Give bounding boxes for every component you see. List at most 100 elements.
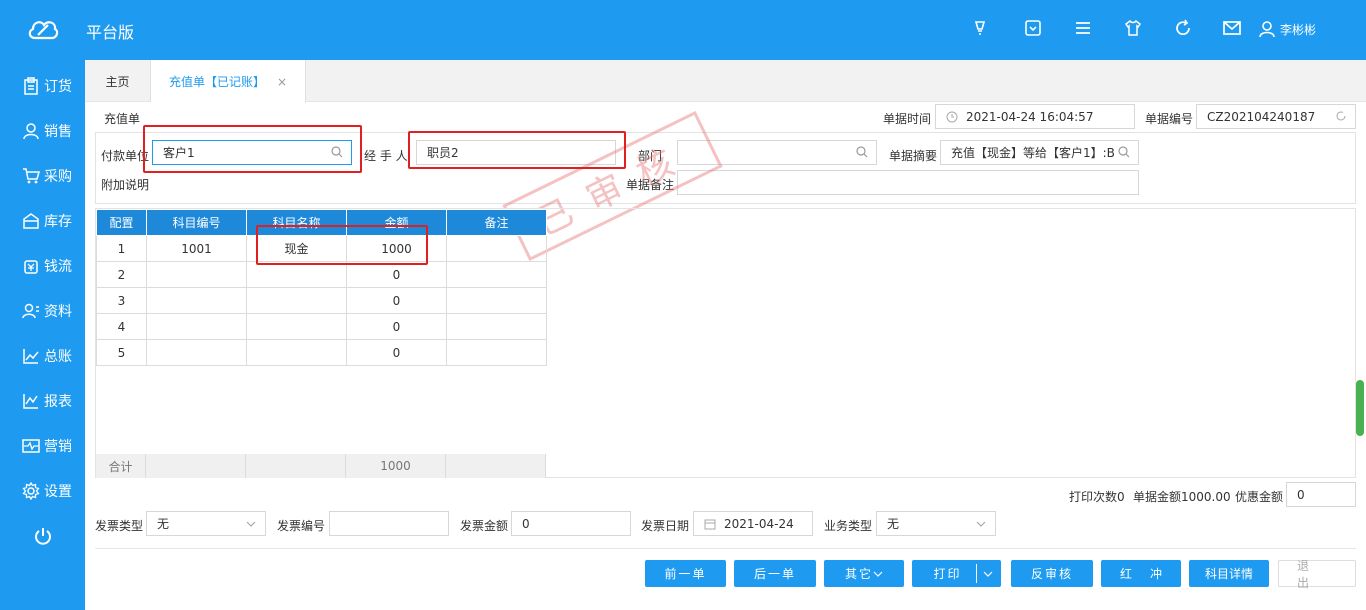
lightbulb-icon[interactable] <box>969 17 991 39</box>
table-row[interactable]: 2 0 <box>96 261 547 288</box>
cell-amount[interactable]: 0 <box>346 261 447 288</box>
sidebar-item-sales[interactable]: 销售 <box>0 108 85 153</box>
other-button[interactable]: 其它 <box>824 560 904 587</box>
cell-account-code[interactable] <box>146 313 247 340</box>
discount-field[interactable]: 0 <box>1286 482 1356 507</box>
tab-recharge-order[interactable]: 充值单【已记账】 × <box>151 60 306 103</box>
sidebar-item-label: 总账 <box>44 348 72 365</box>
payer-label: 付款单位 <box>101 149 150 163</box>
red-reverse-button[interactable]: 红冲 <box>1101 560 1181 587</box>
warehouse-icon <box>23 212 39 229</box>
biz-type-value: 无 <box>887 517 900 531</box>
divider <box>95 548 1356 549</box>
number-field[interactable]: CZ202104240187 <box>1196 104 1356 129</box>
sidebar-item-label: 采购 <box>44 168 72 185</box>
top-bar: 平台版 李彬彬 <box>0 0 1366 60</box>
invoice-amount-field[interactable]: 0 <box>511 511 631 536</box>
contacts-icon <box>22 303 39 318</box>
sidebar-item-label: 订货 <box>44 78 72 95</box>
cell-remark[interactable] <box>446 235 547 262</box>
highlight-handler <box>408 131 626 169</box>
cell-index: 2 <box>96 261 147 288</box>
print-label: 打印 <box>933 567 962 581</box>
cell-remark[interactable] <box>446 339 547 366</box>
cell-remark[interactable] <box>446 313 547 340</box>
handler-label: 经 手 人 <box>364 149 408 163</box>
cell-remark[interactable] <box>446 287 547 314</box>
remark-field[interactable] <box>677 170 1139 195</box>
report-icon <box>23 393 38 409</box>
cell-account-code[interactable] <box>146 261 247 288</box>
summary-label: 单据摘要 <box>889 149 938 163</box>
sidebar-item-label: 钱流 <box>44 258 72 275</box>
sidebar-item-reports[interactable]: 报表 <box>0 378 85 423</box>
sidebar-item-data[interactable]: 资料 <box>0 288 85 333</box>
time-field[interactable]: 2021-04-24 16:04:57 <box>935 104 1135 129</box>
print-button[interactable]: 打印 <box>912 560 1001 587</box>
user-name: 李彬彬 <box>1280 22 1317 37</box>
cell-account-code[interactable]: 1001 <box>146 235 247 262</box>
inbox-icon[interactable] <box>1022 17 1044 39</box>
app-title: 平台版 <box>86 23 135 42</box>
col-config: 配置 <box>96 209 147 236</box>
user-menu[interactable]: 李彬彬 <box>1258 20 1316 38</box>
prev-button[interactable]: 前一单 <box>645 560 726 587</box>
sidebar-item-inventory[interactable]: 库存 <box>0 198 85 243</box>
search-icon[interactable] <box>856 146 868 158</box>
scrollbar-thumb[interactable] <box>1356 380 1364 436</box>
chevron-down-icon <box>976 521 986 527</box>
sidebar-item-ledger[interactable]: 总账 <box>0 333 85 378</box>
sidebar-item-purchase[interactable]: 采购 <box>0 153 85 198</box>
shirt-icon[interactable] <box>1122 17 1144 39</box>
cell-account-code[interactable] <box>146 287 247 314</box>
mail-icon[interactable] <box>1221 17 1243 39</box>
cell-account-name[interactable] <box>246 261 347 288</box>
tab-label: 充值单【已记账】 <box>168 75 265 89</box>
sidebar-item-order[interactable]: 订货 <box>0 63 85 108</box>
number-label: 单据编号 <box>1145 112 1194 126</box>
cell-amount[interactable]: 0 <box>346 339 447 366</box>
close-icon[interactable]: × <box>277 75 287 89</box>
chevron-down-icon[interactable] <box>983 570 993 578</box>
sidebar-item-settings[interactable]: 设置 <box>0 468 85 513</box>
refresh-icon[interactable] <box>1335 110 1347 122</box>
other-label: 其它 <box>844 567 873 581</box>
tab-home[interactable]: 主页 <box>85 60 151 102</box>
sidebar-item-cashflow[interactable]: 钱流 <box>0 243 85 288</box>
invoice-number-field[interactable] <box>329 511 449 536</box>
discount-label: 优惠金额 <box>1235 490 1284 504</box>
search-icon[interactable] <box>1118 146 1130 158</box>
power-button[interactable] <box>0 513 85 558</box>
table-row[interactable]: 4 0 <box>96 313 547 340</box>
time-value: 2021-04-24 16:04:57 <box>966 109 1094 124</box>
invoice-date-field[interactable]: 2021-04-24 <box>693 511 813 536</box>
exit-button[interactable]: 退出 <box>1278 559 1356 590</box>
cell-remark[interactable] <box>446 261 547 288</box>
menu-icon[interactable] <box>1072 17 1094 39</box>
next-button[interactable]: 后一单 <box>734 560 816 587</box>
cell-account-name[interactable] <box>246 339 347 366</box>
gear-icon <box>22 481 40 500</box>
sidebar-item-label: 资料 <box>44 303 72 320</box>
account-detail-button[interactable]: 科目详情 <box>1189 560 1269 587</box>
refresh-icon[interactable] <box>1172 17 1194 39</box>
table-row[interactable]: 5 0 <box>96 339 547 366</box>
biz-type-select[interactable]: 无 <box>876 511 996 536</box>
table-row[interactable]: 3 0 <box>96 287 547 314</box>
col-account-code: 科目编号 <box>146 209 247 236</box>
invoice-date-value: 2021-04-24 <box>724 516 794 531</box>
section-title: 充值单 <box>104 112 141 126</box>
split-divider <box>976 564 977 583</box>
invoice-type-select[interactable]: 无 <box>146 511 266 536</box>
unaudit-button[interactable]: 反审核 <box>1011 560 1093 587</box>
cell-account-name[interactable] <box>246 287 347 314</box>
cell-amount[interactable]: 0 <box>346 287 447 314</box>
sidebar-item-label: 设置 <box>44 483 72 500</box>
biz-type-label: 业务类型 <box>824 519 873 533</box>
sidebar-item-marketing[interactable]: 营销 <box>0 423 85 468</box>
cell-account-name[interactable] <box>246 313 347 340</box>
summary-field[interactable]: 充值【现金】等给【客户1】:B <box>940 140 1139 165</box>
power-icon <box>35 527 51 545</box>
cell-amount[interactable]: 0 <box>346 313 447 340</box>
cell-account-code[interactable] <box>146 339 247 366</box>
